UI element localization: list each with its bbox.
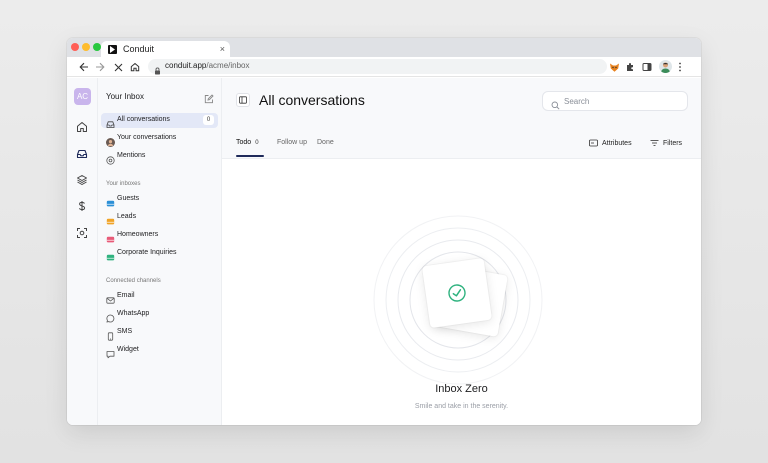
- empty-state-title: Inbox Zero: [435, 383, 488, 395]
- sidebar-item-whatsapp[interactable]: WhatsApp: [101, 307, 218, 323]
- stop-loading-icon[interactable]: [111, 60, 125, 74]
- tab-label: Todo: [236, 139, 252, 146]
- main-header: All conversations Search Todo 0 Follow up…: [222, 78, 701, 159]
- url-text: conduit.app/acme/inbox: [165, 61, 250, 70]
- sidebar-item-label: Widget: [117, 346, 139, 353]
- sidebar-item-label: Your conversations: [117, 134, 177, 141]
- whatsapp-icon: [106, 310, 115, 323]
- phone-icon: [106, 328, 115, 341]
- search-icon: [551, 97, 560, 115]
- sidebar-item-your-conversations[interactable]: Your conversations: [101, 131, 218, 147]
- active-tab-indicator: [236, 155, 264, 157]
- attributes-icon: [589, 139, 598, 147]
- filters-button[interactable]: Filters: [650, 139, 682, 147]
- user-avatar-icon: [106, 134, 115, 147]
- front-card: [421, 257, 493, 329]
- sidebar-item-label: WhatsApp: [117, 310, 150, 317]
- browser-tab[interactable]: Conduit ×: [101, 41, 230, 58]
- scan-icon[interactable]: [75, 226, 89, 240]
- sidebar-title: Your Inbox: [106, 92, 144, 101]
- browser-window: Conduit × conduit.app/acme/inbox AC Your…: [67, 38, 701, 425]
- toggle-sidebar-button[interactable]: [236, 93, 250, 107]
- inbox-icon[interactable]: [75, 147, 89, 161]
- tab-close-button[interactable]: ×: [220, 44, 225, 54]
- sidebar-item-corporate-inquiries[interactable]: Corporate Inquiries: [101, 246, 218, 261]
- inboxes-heading: Your inboxes: [106, 181, 141, 187]
- sidebar-item-label: Leads: [117, 213, 137, 220]
- browser-toolbar: conduit.app/acme/inbox: [67, 57, 701, 77]
- filter-icon: [650, 140, 659, 146]
- empty-state-subtitle: Smile and take in the serenity.: [414, 403, 509, 410]
- compose-icon[interactable]: [204, 91, 214, 109]
- url-host: conduit.app: [165, 61, 207, 70]
- count-badge: 0: [203, 115, 214, 125]
- sidebar-item-mentions[interactable]: Mentions: [101, 149, 218, 165]
- main-panel: All conversations Search Todo 0 Follow up…: [222, 78, 701, 425]
- sidebar-item-label: All conversations: [117, 116, 170, 123]
- tab-count: 0: [255, 140, 259, 146]
- search-input[interactable]: Search: [542, 91, 688, 111]
- side-panel-icon[interactable]: [640, 60, 654, 74]
- channels-heading: Connected channels: [106, 278, 161, 284]
- page-title: All conversations: [259, 92, 365, 108]
- sidebar-item-label: SMS: [117, 328, 133, 335]
- at-icon: [106, 152, 115, 165]
- address-bar[interactable]: conduit.app/acme/inbox: [148, 59, 607, 75]
- inbox-color-icon: [106, 213, 115, 225]
- minimize-window-button[interactable]: [82, 43, 90, 51]
- sidebar-item-guests[interactable]: Guests: [101, 192, 218, 207]
- chat-widget-icon: [106, 346, 115, 359]
- check-circle-icon: [448, 284, 466, 302]
- back-arrow-icon[interactable]: [77, 60, 91, 74]
- attributes-button[interactable]: Attributes: [589, 139, 632, 147]
- sidebar-item-email[interactable]: Email: [101, 289, 218, 304]
- app: AC Your Inbox All conversations 0 Your c…: [67, 78, 701, 425]
- url-path: /acme/inbox: [206, 61, 250, 70]
- puzzle-extensions-icon[interactable]: [623, 60, 637, 74]
- inbox-sidebar: Your Inbox All conversations 0 Your conv…: [98, 78, 222, 425]
- sidebar-item-label: Mentions: [117, 152, 146, 159]
- forward-arrow-icon[interactable]: [93, 60, 107, 74]
- maximize-window-button[interactable]: [93, 43, 101, 51]
- conduit-logo-icon: [108, 45, 117, 54]
- close-window-button[interactable]: [71, 43, 79, 51]
- layers-icon[interactable]: [75, 173, 89, 187]
- inbox-icon: [106, 116, 115, 128]
- tab-title: Conduit: [123, 44, 155, 54]
- attributes-label: Attributes: [602, 139, 632, 147]
- sidebar-item-sms[interactable]: SMS: [101, 325, 218, 341]
- profile-avatar[interactable]: [659, 60, 672, 73]
- nav-rail: AC: [67, 78, 98, 425]
- home-icon[interactable]: [75, 120, 89, 134]
- inbox-color-icon: [106, 231, 115, 243]
- sidebar-item-label: Email: [117, 292, 135, 299]
- inbox-color-icon: [106, 249, 115, 261]
- search-placeholder: Search: [564, 97, 590, 106]
- tab-todo[interactable]: Todo 0: [236, 139, 259, 146]
- home-icon[interactable]: [128, 60, 142, 74]
- filters-label: Filters: [663, 139, 683, 147]
- sidebar-item-label: Corporate Inquiries: [117, 249, 177, 256]
- more-menu-icon[interactable]: [673, 60, 687, 74]
- dollar-icon[interactable]: [75, 199, 89, 213]
- tab-strip: Conduit ×: [67, 38, 701, 58]
- tab-follow-up[interactable]: Follow up: [277, 139, 307, 146]
- sidebar-item-label: Guests: [117, 195, 140, 202]
- fox-extension-icon[interactable]: [607, 60, 621, 74]
- sidebar-item-leads[interactable]: Leads: [101, 210, 218, 225]
- mail-icon: [106, 292, 115, 304]
- empty-state: Inbox Zero Smile and take in the serenit…: [222, 159, 701, 425]
- sidebar-item-all-conversations[interactable]: All conversations 0: [101, 113, 218, 128]
- workspace-avatar[interactable]: AC: [74, 88, 91, 105]
- sidebar-item-label: Homeowners: [117, 231, 159, 238]
- inbox-color-icon: [106, 195, 115, 207]
- sidebar-item-homeowners[interactable]: Homeowners: [101, 228, 218, 243]
- tab-done[interactable]: Done: [317, 139, 334, 146]
- sidebar-item-widget[interactable]: Widget: [101, 343, 218, 359]
